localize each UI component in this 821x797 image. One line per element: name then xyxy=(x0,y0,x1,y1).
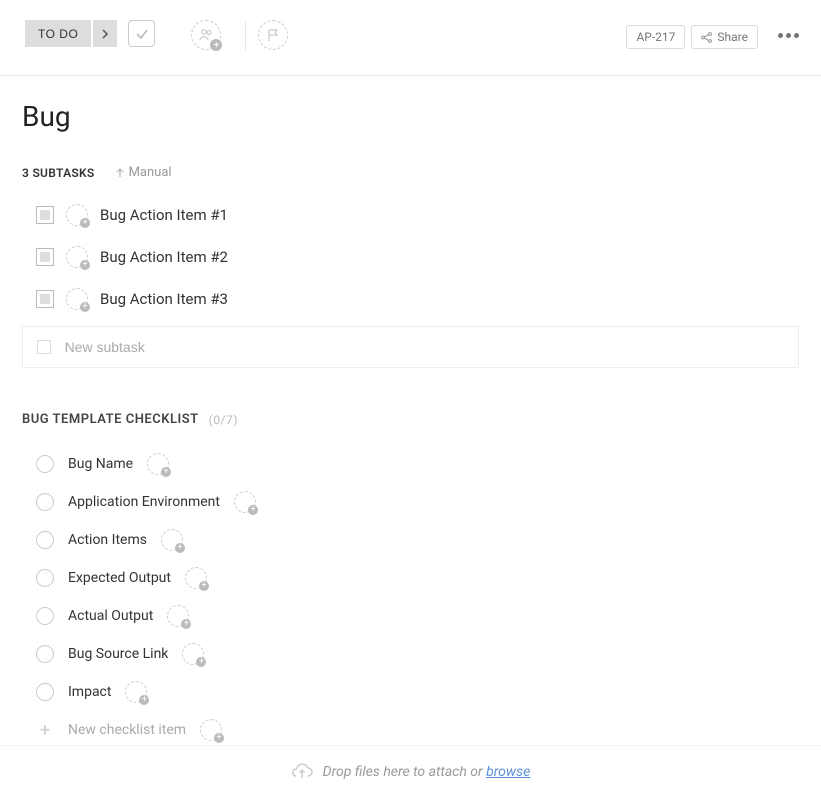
subtask-row[interactable]: Bug Action Item #1 xyxy=(22,194,799,236)
checklist-assign-icon[interactable] xyxy=(125,681,147,703)
subtasks-count: 3 SUBTASKS xyxy=(22,166,95,180)
checklist-item-label[interactable]: Impact xyxy=(68,684,111,700)
checklist-row[interactable]: Application Environment xyxy=(22,483,799,521)
subtask-row[interactable]: Bug Action Item #3 xyxy=(22,278,799,320)
subtask-checkbox[interactable] xyxy=(36,290,54,308)
subtask-assign-icon[interactable] xyxy=(66,288,88,310)
checklist-assign-icon[interactable] xyxy=(234,491,256,513)
checklist-assign-icon[interactable] xyxy=(167,605,189,627)
checklist-header[interactable]: BUG TEMPLATE CHECKLIST (0/7) xyxy=(22,412,799,427)
flag-icon xyxy=(266,28,280,42)
checklist-item-label[interactable]: Bug Name xyxy=(68,456,133,472)
checklist-row[interactable]: Expected Output xyxy=(22,559,799,597)
share-icon xyxy=(701,32,712,43)
checklist-checkbox[interactable] xyxy=(36,683,54,701)
priority-flag[interactable] xyxy=(258,20,288,50)
checklist-checkbox[interactable] xyxy=(36,493,54,511)
checklist-checkbox[interactable] xyxy=(36,645,54,663)
checklist-row[interactable]: Action Items xyxy=(22,521,799,559)
checklist-checkbox[interactable] xyxy=(36,531,54,549)
new-subtask-row[interactable] xyxy=(22,326,799,368)
complete-button[interactable] xyxy=(128,20,155,47)
status-button[interactable]: TO DO xyxy=(25,20,91,47)
assignee-add[interactable]: + xyxy=(191,20,221,50)
toolbar: TO DO + AP-217 Share xyxy=(0,0,821,76)
share-label: Share xyxy=(717,30,748,44)
subtask-row[interactable]: Bug Action Item #2 xyxy=(22,236,799,278)
checklist-assign-icon[interactable] xyxy=(161,529,183,551)
subtask-label[interactable]: Bug Action Item #3 xyxy=(100,290,228,308)
checklist-checkbox[interactable] xyxy=(36,455,54,473)
share-button[interactable]: Share xyxy=(691,25,758,49)
status-next-button[interactable] xyxy=(93,20,117,47)
checklist-item-label[interactable]: Action Items xyxy=(68,532,147,548)
content: Bug 3 SUBTASKS Manual Bug Action Item #1… xyxy=(0,76,821,779)
subtask-label[interactable]: Bug Action Item #2 xyxy=(100,248,228,266)
subtask-assign-icon[interactable] xyxy=(66,204,88,226)
checklist-checkbox[interactable] xyxy=(36,569,54,587)
attachment-dropzone[interactable]: Drop files here to attach or browse xyxy=(0,745,821,797)
caret-right-icon xyxy=(102,29,109,39)
checklist-assign-icon[interactable] xyxy=(182,643,204,665)
checklist-counter: (0/7) xyxy=(209,413,238,427)
checklist-item-label[interactable]: Bug Source Link xyxy=(68,646,168,662)
browse-link[interactable]: browse xyxy=(486,764,530,780)
checklist-row[interactable]: Actual Output xyxy=(22,597,799,635)
toolbar-divider xyxy=(245,22,246,50)
checklist-item-label[interactable]: Actual Output xyxy=(68,608,153,624)
checklist-section: BUG TEMPLATE CHECKLIST (0/7) Bug Name App… xyxy=(22,412,799,779)
subtask-label[interactable]: Bug Action Item #1 xyxy=(100,206,228,224)
subtasks-sort[interactable]: Manual xyxy=(115,165,172,180)
subtask-checkbox[interactable] xyxy=(36,248,54,266)
checklist-item-label[interactable]: Expected Output xyxy=(68,570,171,586)
checklist-list: Bug Name Application Environment Action It… xyxy=(22,445,799,711)
more-menu[interactable] xyxy=(778,33,799,38)
checklist-assign-icon[interactable] xyxy=(147,453,169,475)
subtask-checkbox[interactable] xyxy=(36,206,54,224)
subtask-assign-icon[interactable] xyxy=(66,246,88,268)
new-subtask-input[interactable] xyxy=(65,339,784,355)
new-checklist-item[interactable]: + New checklist item xyxy=(22,711,799,749)
subtask-list: Bug Action Item #1 Bug Action Item #2 Bug … xyxy=(22,194,799,320)
dropzone-text: Drop files here to attach or xyxy=(323,764,486,780)
new-checklist-label: New checklist item xyxy=(68,722,186,738)
subtasks-header: 3 SUBTASKS Manual xyxy=(22,165,799,180)
checklist-row[interactable]: Bug Source Link xyxy=(22,635,799,673)
checklist-row[interactable]: Impact xyxy=(22,673,799,711)
page-title[interactable]: Bug xyxy=(22,100,799,133)
checklist-assign-icon[interactable] xyxy=(185,567,207,589)
check-icon xyxy=(135,27,149,41)
issue-id-chip[interactable]: AP-217 xyxy=(626,25,685,49)
plus-icon: + xyxy=(36,721,54,739)
assign-ghost-icon[interactable] xyxy=(200,719,222,741)
arrow-up-icon xyxy=(115,168,125,178)
cloud-upload-icon xyxy=(291,763,313,781)
checklist-title: BUG TEMPLATE CHECKLIST xyxy=(22,412,199,427)
checklist-checkbox[interactable] xyxy=(36,607,54,625)
checklist-row[interactable]: Bug Name xyxy=(22,445,799,483)
checklist-item-label[interactable]: Application Environment xyxy=(68,494,220,510)
subtasks-sort-label: Manual xyxy=(129,165,172,180)
ghost-checkbox-icon xyxy=(37,340,51,354)
